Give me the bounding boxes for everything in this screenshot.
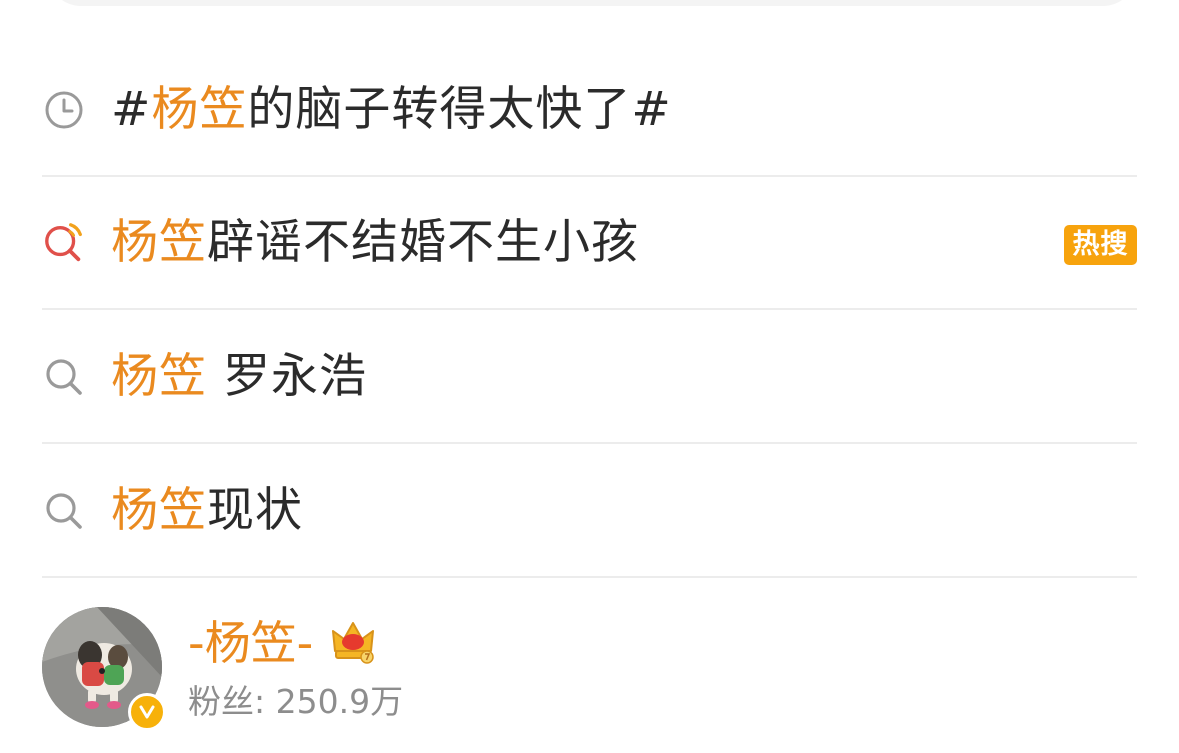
- hot-search-icon: [42, 221, 86, 265]
- crown-vip-icon: [329, 617, 377, 665]
- suggestion-text: 杨笠辟谣不结婚不生小孩: [111, 214, 639, 270]
- suggestion-row-history[interactable]: #杨笠的脑子转得太快了#: [42, 44, 1137, 177]
- suggestion-row-hot[interactable]: 杨笠辟谣不结婚不生小孩 热搜: [42, 177, 1137, 310]
- suggestion-row[interactable]: 杨笠现状: [42, 445, 1137, 578]
- keyword-highlight: 杨笠: [111, 348, 207, 404]
- username[interactable]: -杨笠-: [188, 615, 313, 671]
- fans-count: 粉丝: 250.9万: [188, 682, 404, 721]
- history-clock-icon: [42, 88, 86, 132]
- suggestion-text: 杨笠 罗永浩: [111, 348, 367, 404]
- suggestion-text: 杨笠现状: [111, 482, 303, 538]
- keyword-highlight: 杨笠: [111, 482, 207, 538]
- search-icon: [42, 489, 86, 533]
- keyword-highlight: 杨笠: [111, 214, 207, 270]
- user-result-row[interactable]: -杨笠- 粉丝: 250.9万: [42, 585, 1137, 753]
- keyword-highlight: 杨笠: [151, 81, 248, 137]
- search-bar[interactable]: [48, 0, 1136, 6]
- suggestion-text: #杨笠的脑子转得太快了#: [111, 81, 672, 137]
- suggestion-row[interactable]: 杨笠 罗永浩: [42, 311, 1137, 444]
- verified-v-icon: [128, 693, 166, 731]
- hot-search-badge: 热搜: [1064, 225, 1137, 265]
- search-icon: [42, 355, 86, 399]
